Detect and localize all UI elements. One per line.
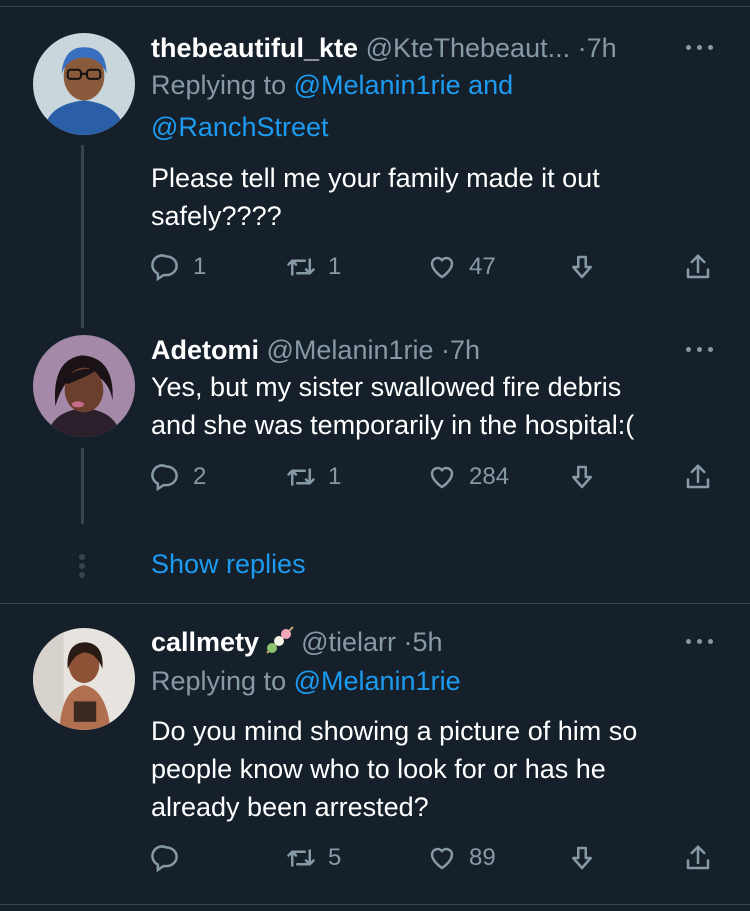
reply-icon <box>151 464 178 492</box>
section-divider <box>0 603 750 604</box>
timestamp[interactable]: 7h <box>450 335 480 365</box>
retweet-button[interactable]: 1 <box>286 250 341 284</box>
retweet-icon <box>287 258 315 276</box>
bookmark-icon <box>572 846 592 870</box>
avatar-image <box>33 33 135 135</box>
like-button[interactable]: 47 <box>427 250 496 284</box>
bookmark-button[interactable] <box>567 460 597 494</box>
tweet-header: callmety @tielarr ·5h <box>151 625 443 659</box>
replying-to: Replying to @Melanin1rie <box>151 662 461 700</box>
reply-button[interactable]: 2 <box>151 460 206 494</box>
tweet-text: Do you mind showing a picture of him so … <box>151 712 721 826</box>
action-bar: 5 89 <box>151 841 721 875</box>
share-icon <box>686 254 710 279</box>
action-bar: 2 1 284 <box>151 460 721 494</box>
bottom-divider <box>0 904 750 905</box>
display-name[interactable]: thebeautiful_kte <box>151 33 358 63</box>
reply-count: 2 <box>193 463 207 490</box>
share-button[interactable] <box>683 460 713 494</box>
tweet-text-line: Please tell me your family made it out <box>151 163 600 193</box>
like-icon <box>430 256 454 279</box>
tweet-text: Yes, but my sister swallowed fire debris… <box>151 368 721 444</box>
retweet-count: 1 <box>328 253 342 280</box>
reply-icon <box>151 845 178 873</box>
more-icon[interactable] <box>686 636 714 646</box>
retweet-button[interactable]: 5 <box>286 841 341 875</box>
mention-link[interactable]: @RanchStreet <box>151 112 329 142</box>
retweet-count: 1 <box>328 463 342 490</box>
thread-more-dots <box>79 554 86 578</box>
display-name[interactable]: callmety <box>151 627 259 657</box>
tweet-header: Adetomi @Melanin1rie ·7h <box>151 333 480 367</box>
separator-dot: · <box>577 33 587 63</box>
show-replies-link[interactable]: Show replies <box>151 546 306 582</box>
display-name[interactable]: Adetomi <box>151 335 259 365</box>
tweet-text: Please tell me your family made it out s… <box>151 159 721 235</box>
tweet-text-line: safely???? <box>151 201 282 231</box>
timestamp[interactable]: 7h <box>587 33 617 63</box>
timestamp[interactable]: 5h <box>413 627 443 657</box>
reply-count: 1 <box>193 253 207 280</box>
replying-to-line-2: @RanchStreet <box>151 108 329 146</box>
replying-prefix: Replying to <box>151 70 287 100</box>
share-button[interactable] <box>683 250 713 284</box>
user-handle[interactable]: @KteThebeaut... <box>366 33 571 63</box>
avatar-image <box>33 628 135 730</box>
retweet-icon <box>287 849 315 867</box>
bookmark-button[interactable] <box>567 250 597 284</box>
like-button[interactable]: 284 <box>427 460 509 494</box>
share-icon <box>686 464 710 489</box>
replying-prefix: Replying to <box>151 666 287 696</box>
retweet-count: 5 <box>328 844 342 871</box>
like-count: 89 <box>469 844 496 871</box>
avatar-thebeautiful-kte[interactable] <box>33 33 135 135</box>
separator-dot: · <box>441 335 451 365</box>
share-button[interactable] <box>683 841 713 875</box>
action-bar: 1 1 47 <box>151 250 721 284</box>
tweet-text-line: and she was temporarily in the hospital:… <box>151 410 635 440</box>
reply-button[interactable] <box>151 841 193 875</box>
mention-link[interactable]: @Melanin1rie <box>294 666 461 696</box>
user-handle[interactable]: @tielarr <box>301 627 396 657</box>
bookmark-icon <box>572 255 592 279</box>
avatar-adetomi[interactable] <box>33 335 135 437</box>
like-button[interactable]: 89 <box>427 841 496 875</box>
like-icon <box>430 847 454 870</box>
like-icon <box>430 466 454 489</box>
tweet-text-line: Do you mind showing a picture of him so <box>151 716 638 746</box>
retweet-button[interactable]: 1 <box>286 460 341 494</box>
mention-and[interactable]: and <box>468 70 513 100</box>
more-icon[interactable] <box>686 344 714 354</box>
top-divider <box>0 6 750 7</box>
retweet-icon <box>287 468 315 486</box>
more-icon[interactable] <box>686 42 714 52</box>
separator-dot: · <box>403 627 413 657</box>
thread-line-1 <box>81 145 84 328</box>
tweet-text-line: Yes, but my sister swallowed fire debris <box>151 372 622 402</box>
bookmark-button[interactable] <box>567 841 597 875</box>
tweet-text-line: people know who to look for or has he <box>151 754 606 784</box>
like-count: 47 <box>469 253 496 280</box>
replying-to: Replying to @Melanin1rie and <box>151 66 513 104</box>
like-count: 284 <box>469 463 510 490</box>
reply-button[interactable]: 1 <box>151 250 206 284</box>
user-handle[interactable]: @Melanin1rie <box>267 335 434 365</box>
avatar-image <box>33 335 135 437</box>
bookmark-icon <box>572 465 592 489</box>
tweet-header: thebeautiful_kte @KteThebeaut... ·7h <box>151 31 617 65</box>
mention-link[interactable]: @Melanin1rie <box>294 70 461 100</box>
share-icon <box>686 845 710 870</box>
thread-line-2 <box>81 448 84 524</box>
avatar-callmety[interactable] <box>33 628 135 730</box>
reply-icon <box>151 254 178 282</box>
dango-emoji-icon <box>263 625 297 655</box>
tweet-text-line: already been arrested? <box>151 792 429 822</box>
